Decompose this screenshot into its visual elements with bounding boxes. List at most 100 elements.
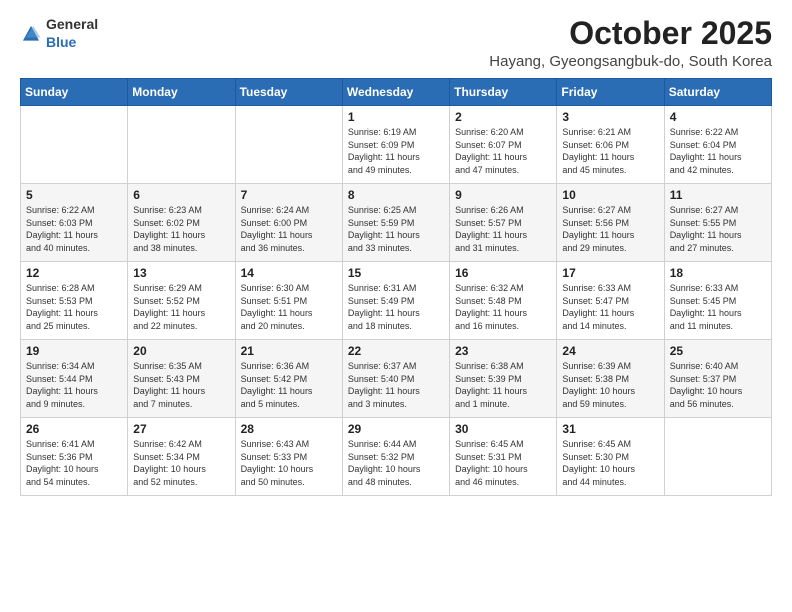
calendar-cell: 14 Sunrise: 6:30 AM Sunset: 5:51 PM Dayli… [235,262,342,340]
day-info: Sunrise: 6:26 AM Sunset: 5:57 PM Dayligh… [455,204,551,254]
day-info: Sunrise: 6:40 AM Sunset: 5:37 PM Dayligh… [670,360,766,410]
day-info: Sunrise: 6:38 AM Sunset: 5:39 PM Dayligh… [455,360,551,410]
header-monday: Monday [128,79,235,106]
header-friday: Friday [557,79,664,106]
calendar-week-1: 5 Sunrise: 6:22 AM Sunset: 6:03 PM Daylig… [21,184,772,262]
calendar-cell: 3Sunrise: 6:21 AM Sunset: 6:06 PM Daylig… [557,106,664,184]
day-number: 12 [26,266,122,280]
day-number: 21 [241,344,337,358]
day-number: 19 [26,344,122,358]
day-info: Sunrise: 6:24 AM Sunset: 6:00 PM Dayligh… [241,204,337,254]
header-sunday: Sunday [21,79,128,106]
header-saturday: Saturday [664,79,771,106]
calendar-cell: 5 Sunrise: 6:22 AM Sunset: 6:03 PM Daylig… [21,184,128,262]
day-info: Sunrise: 6:25 AM Sunset: 5:59 PM Dayligh… [348,204,444,254]
day-info: Sunrise: 6:21 AM Sunset: 6:06 PM Dayligh… [562,126,658,176]
calendar-week-0: 1 Sunrise: 6:19 AM Sunset: 6:09 PM Daylig… [21,106,772,184]
calendar-cell: 4 Sunrise: 6:22 AM Sunset: 6:04 PM Daylig… [664,106,771,184]
day-info: Sunrise: 6:19 AM Sunset: 6:09 PM Dayligh… [348,126,444,176]
calendar-cell: 18 Sunrise: 6:33 AM Sunset: 5:45 PM Dayli… [664,262,771,340]
day-number: 11 [670,188,766,202]
day-info: Sunrise: 6:45 AM Sunset: 5:31 PM Dayligh… [455,438,551,488]
header-wednesday: Wednesday [342,79,449,106]
day-number: 9 [455,188,551,202]
day-number: 24 [562,344,658,358]
calendar-cell: 16 Sunrise: 6:32 AM Sunset: 5:48 PM Dayli… [450,262,557,340]
header-thursday: Thursday [450,79,557,106]
calendar-cell: 1 Sunrise: 6:19 AM Sunset: 6:09 PM Daylig… [342,106,449,184]
calendar-cell: 25 Sunrise: 6:40 AM Sunset: 5:37 PM Dayli… [664,340,771,418]
calendar-cell: 30 Sunrise: 6:45 AM Sunset: 5:31 PM Dayli… [450,418,557,496]
calendar-header-row: Sunday Monday Tuesday Wednesday Thursday… [21,79,772,106]
calendar-table: Sunday Monday Tuesday Wednesday Thursday… [20,78,772,496]
day-info: Sunrise: 6:41 AM Sunset: 5:36 PM Dayligh… [26,438,122,488]
day-info: Sunrise: 6:42 AM Sunset: 5:34 PM Dayligh… [133,438,229,488]
calendar-cell [664,418,771,496]
day-number: 5 [26,188,122,202]
title-block: October 2025 Hayang, Gyeongsangbuk-do, S… [489,16,772,70]
calendar-cell [21,106,128,184]
calendar-cell: 20Sunrise: 6:35 AM Sunset: 5:43 PM Dayli… [128,340,235,418]
calendar-cell: 9 Sunrise: 6:26 AM Sunset: 5:57 PM Daylig… [450,184,557,262]
calendar-cell: 11Sunrise: 6:27 AM Sunset: 5:55 PM Dayli… [664,184,771,262]
day-number: 1 [348,110,444,124]
day-number: 18 [670,266,766,280]
day-info: Sunrise: 6:29 AM Sunset: 5:52 PM Dayligh… [133,282,229,332]
day-info: Sunrise: 6:31 AM Sunset: 5:49 PM Dayligh… [348,282,444,332]
day-info: Sunrise: 6:22 AM Sunset: 6:04 PM Dayligh… [670,126,766,176]
day-number: 29 [348,422,444,436]
calendar-cell: 19 Sunrise: 6:34 AM Sunset: 5:44 PM Dayli… [21,340,128,418]
day-number: 16 [455,266,551,280]
day-info: Sunrise: 6:33 AM Sunset: 5:47 PM Dayligh… [562,282,658,332]
calendar-cell: 26Sunrise: 6:41 AM Sunset: 5:36 PM Dayli… [21,418,128,496]
calendar-week-3: 19 Sunrise: 6:34 AM Sunset: 5:44 PM Dayli… [21,340,772,418]
day-number: 30 [455,422,551,436]
calendar-cell: 7 Sunrise: 6:24 AM Sunset: 6:00 PM Daylig… [235,184,342,262]
calendar-cell: 29 Sunrise: 6:44 AM Sunset: 5:32 PM Dayli… [342,418,449,496]
day-number: 13 [133,266,229,280]
day-info: Sunrise: 6:23 AM Sunset: 6:02 PM Dayligh… [133,204,229,254]
header: General Blue October 2025 Hayang, Gyeong… [20,16,772,70]
day-info: Sunrise: 6:35 AM Sunset: 5:43 PM Dayligh… [133,360,229,410]
calendar-cell: 31Sunrise: 6:45 AM Sunset: 5:30 PM Dayli… [557,418,664,496]
day-info: Sunrise: 6:33 AM Sunset: 5:45 PM Dayligh… [670,282,766,332]
calendar-cell: 10 Sunrise: 6:27 AM Sunset: 5:56 PM Dayli… [557,184,664,262]
day-number: 17 [562,266,658,280]
calendar-week-2: 12Sunrise: 6:28 AM Sunset: 5:53 PM Dayli… [21,262,772,340]
day-number: 10 [562,188,658,202]
calendar-cell: 13 Sunrise: 6:29 AM Sunset: 5:52 PM Dayli… [128,262,235,340]
calendar-cell: 21Sunrise: 6:36 AM Sunset: 5:42 PM Dayli… [235,340,342,418]
header-tuesday: Tuesday [235,79,342,106]
day-info: Sunrise: 6:32 AM Sunset: 5:48 PM Dayligh… [455,282,551,332]
day-number: 14 [241,266,337,280]
location-subtitle: Hayang, Gyeongsangbuk-do, South Korea [489,53,772,70]
calendar-cell: 23 Sunrise: 6:38 AM Sunset: 5:39 PM Dayli… [450,340,557,418]
calendar-cell: 17 Sunrise: 6:33 AM Sunset: 5:47 PM Dayli… [557,262,664,340]
day-number: 6 [133,188,229,202]
day-number: 25 [670,344,766,358]
calendar-week-4: 26Sunrise: 6:41 AM Sunset: 5:36 PM Dayli… [21,418,772,496]
day-info: Sunrise: 6:34 AM Sunset: 5:44 PM Dayligh… [26,360,122,410]
day-number: 2 [455,110,551,124]
logo-general: General Blue [46,16,98,52]
day-info: Sunrise: 6:37 AM Sunset: 5:40 PM Dayligh… [348,360,444,410]
day-info: Sunrise: 6:22 AM Sunset: 6:03 PM Dayligh… [26,204,122,254]
day-number: 28 [241,422,337,436]
day-info: Sunrise: 6:30 AM Sunset: 5:51 PM Dayligh… [241,282,337,332]
day-info: Sunrise: 6:20 AM Sunset: 6:07 PM Dayligh… [455,126,551,176]
day-number: 27 [133,422,229,436]
calendar-cell: 6 Sunrise: 6:23 AM Sunset: 6:02 PM Daylig… [128,184,235,262]
day-info: Sunrise: 6:44 AM Sunset: 5:32 PM Dayligh… [348,438,444,488]
calendar-cell [128,106,235,184]
calendar-cell: 24 Sunrise: 6:39 AM Sunset: 5:38 PM Dayli… [557,340,664,418]
day-number: 15 [348,266,444,280]
day-number: 7 [241,188,337,202]
calendar-cell: 15 Sunrise: 6:31 AM Sunset: 5:49 PM Dayli… [342,262,449,340]
day-info: Sunrise: 6:27 AM Sunset: 5:56 PM Dayligh… [562,204,658,254]
logo-icon [20,23,42,45]
day-number: 23 [455,344,551,358]
day-number: 22 [348,344,444,358]
day-number: 4 [670,110,766,124]
calendar-cell: 27 Sunrise: 6:42 AM Sunset: 5:34 PM Dayli… [128,418,235,496]
day-info: Sunrise: 6:39 AM Sunset: 5:38 PM Dayligh… [562,360,658,410]
